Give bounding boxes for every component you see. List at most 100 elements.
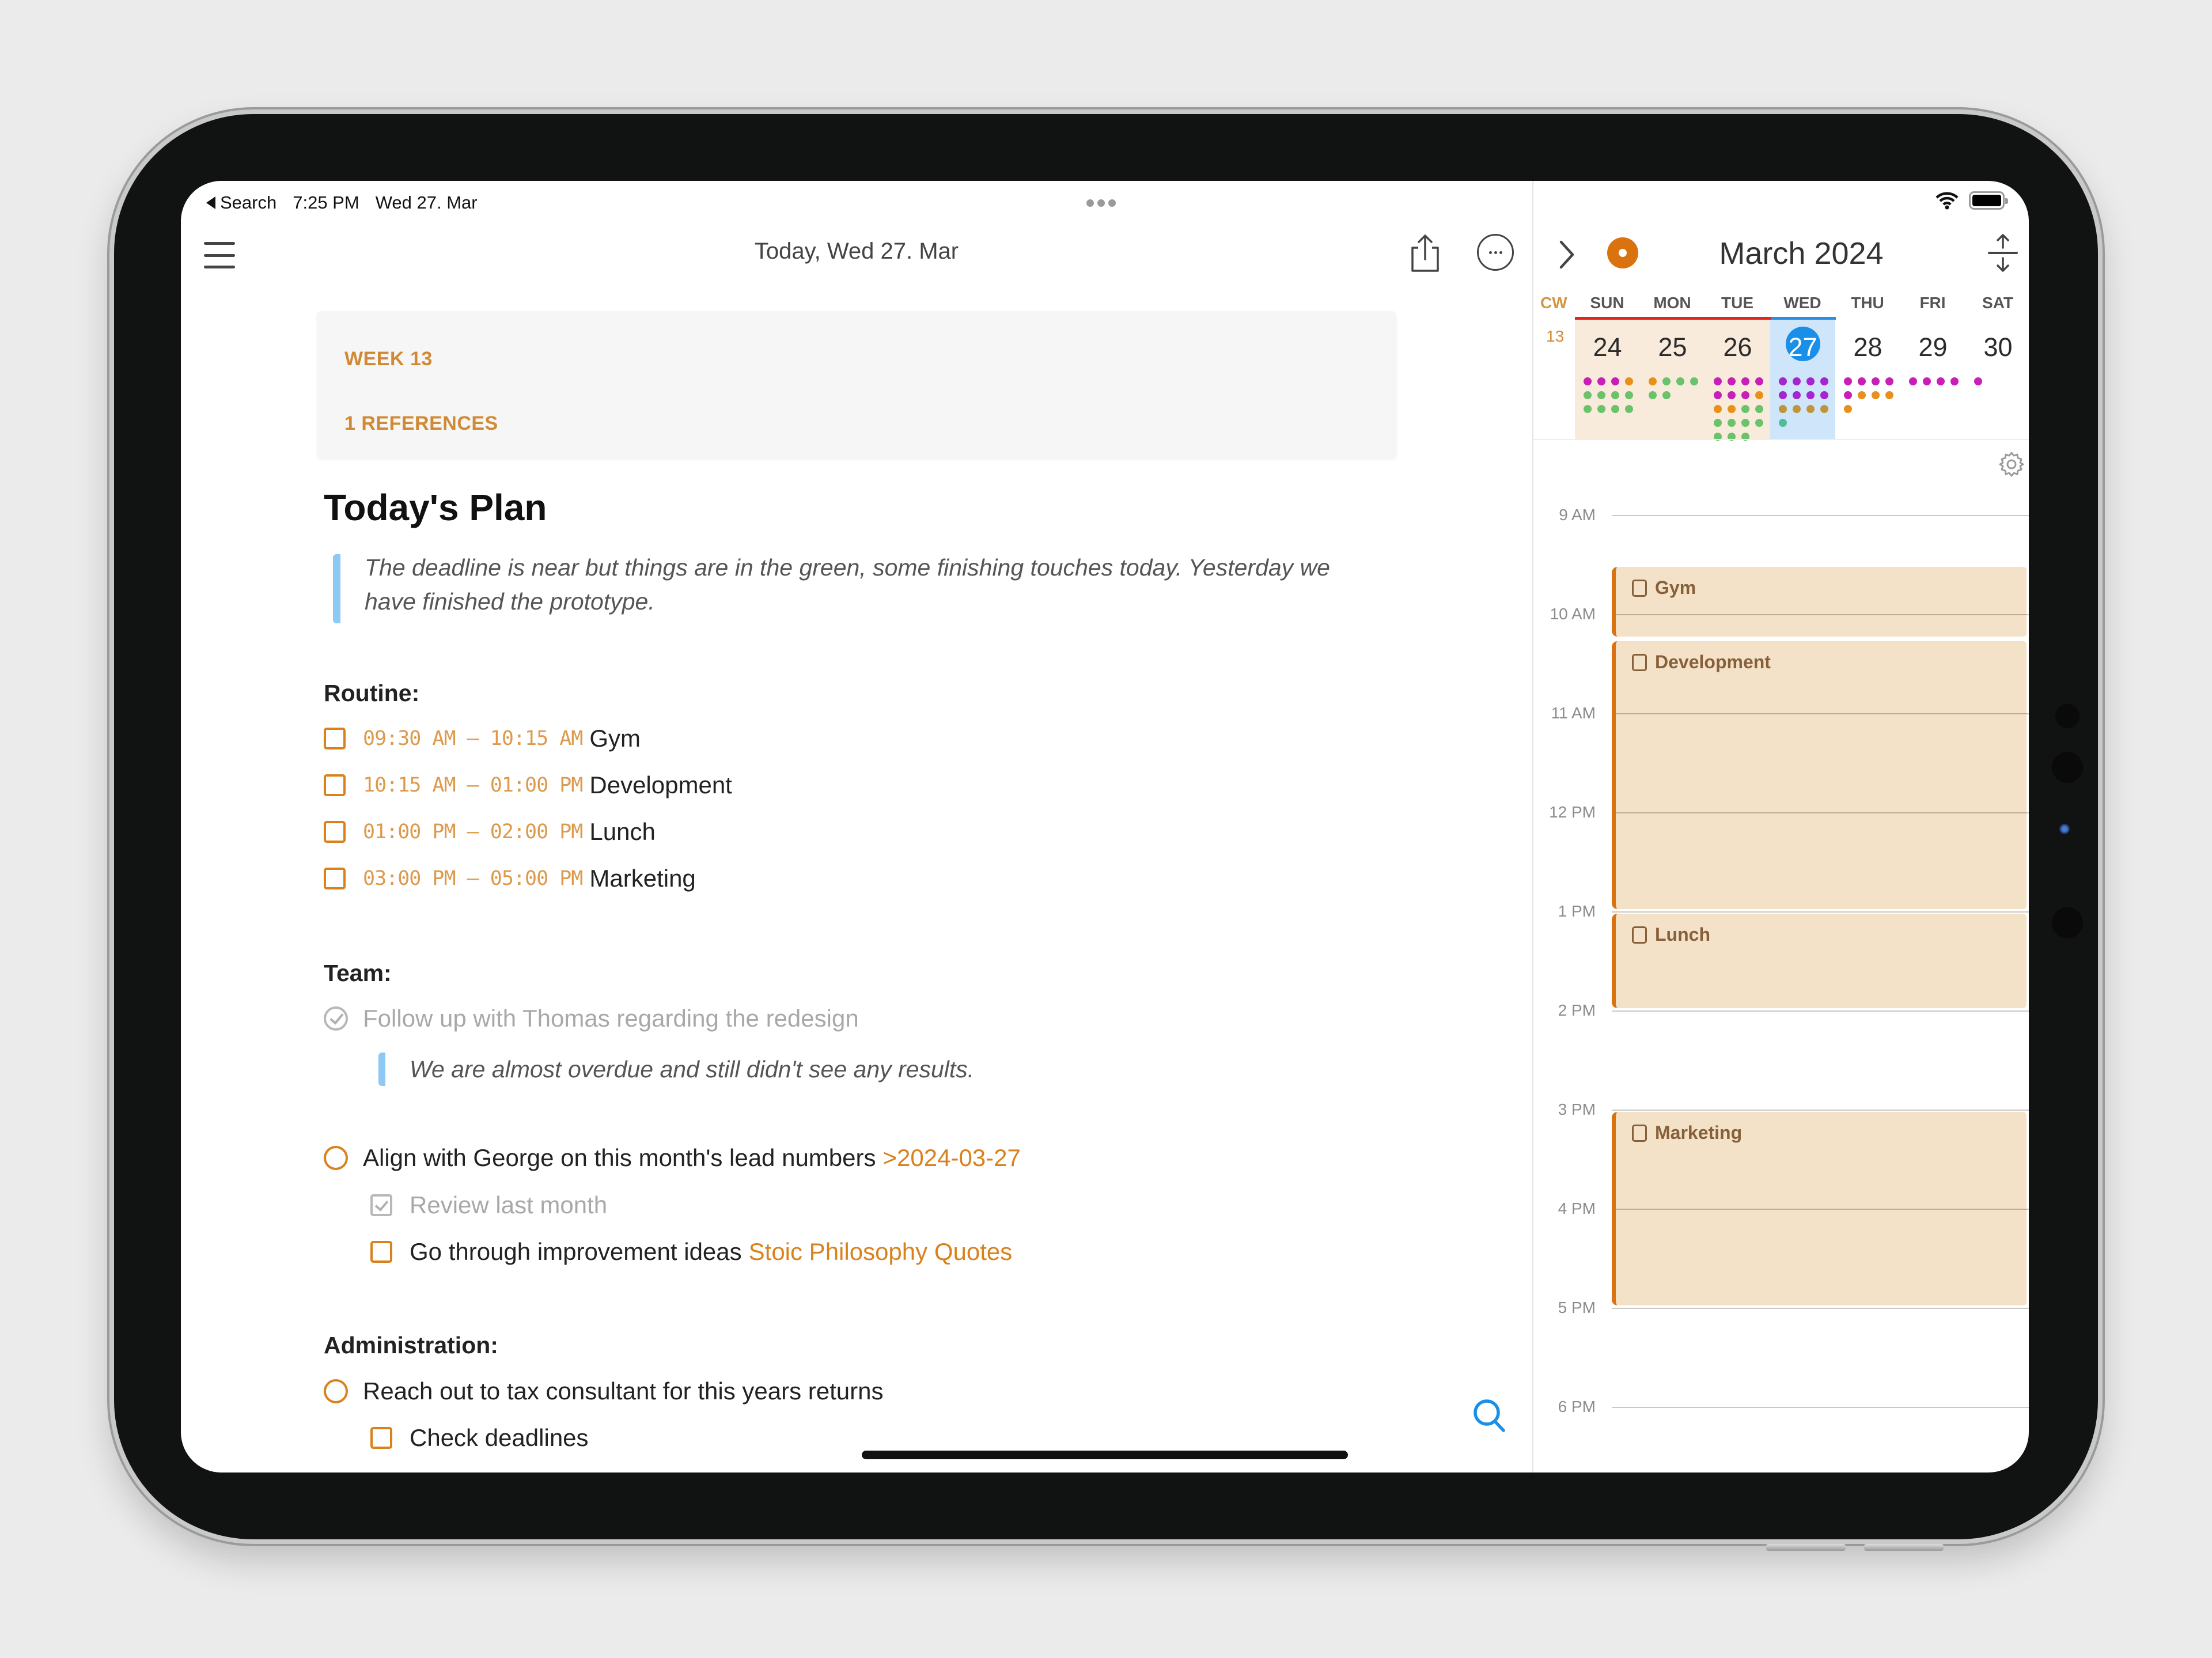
expand-collapse-icon[interactable]	[1987, 233, 2019, 273]
sensor	[2055, 704, 2080, 728]
event-dot	[1728, 405, 1736, 413]
event-title: Marketing	[1655, 1122, 1743, 1143]
calendar-day-24[interactable]: 24	[1575, 320, 1640, 439]
task-checkbox[interactable]	[324, 868, 346, 889]
weekday-label: FRI	[1919, 294, 1946, 312]
hour-label: 11 AM	[1551, 704, 1596, 722]
event-dot	[1625, 377, 1633, 385]
event-dots	[1779, 377, 1834, 427]
hour-label: 10 AM	[1550, 605, 1596, 623]
event-dot	[1779, 405, 1787, 413]
calendar-month-title[interactable]: March 2024	[1649, 236, 1954, 271]
home-indicator[interactable]	[862, 1451, 1348, 1459]
event-dot	[1741, 419, 1749, 427]
weekday-label: WED	[1783, 294, 1821, 312]
task-checkbox[interactable]	[324, 728, 346, 749]
subtask-label[interactable]: Check deadlines	[410, 1424, 589, 1452]
event-dot	[1755, 377, 1763, 385]
event-checkbox-icon[interactable]	[1632, 579, 1647, 597]
intro-quote: The deadline is near but things are in t…	[333, 554, 1381, 623]
task-row: 01:00 PM – 02:00 PM Lunch	[324, 818, 656, 846]
event-dot	[1728, 419, 1736, 427]
weekday-label: SAT	[1982, 294, 2013, 312]
hour-label: 5 PM	[1558, 1299, 1596, 1316]
calendar-event[interactable]: Marketing	[1612, 1112, 2027, 1305]
event-label: Gym	[1632, 577, 1696, 599]
task-row: 10:15 AM – 01:00 PM Development	[324, 771, 732, 799]
calendar-day-28[interactable]: 28	[1835, 320, 1900, 439]
weekday-label: MON	[1653, 294, 1691, 312]
task-label[interactable]: Marketing	[589, 865, 695, 892]
event-dot	[1844, 377, 1852, 385]
event-dot	[1755, 405, 1763, 413]
task-checkbox[interactable]	[324, 774, 346, 796]
weekday-label: SUN	[1590, 294, 1624, 312]
calendar-event[interactable]: Lunch	[1612, 914, 2027, 1008]
references-label[interactable]: 1 REFERENCES	[344, 412, 498, 435]
chevron-right-icon[interactable]	[1555, 237, 1578, 272]
calendar-day-29[interactable]: 29	[1900, 320, 1965, 439]
hour-label: 1 PM	[1558, 902, 1596, 920]
calendar-day-30[interactable]: 30	[1965, 320, 2029, 439]
subtask-row: Go through improvement ideas Stoic Philo…	[370, 1238, 1012, 1266]
task-circle[interactable]	[324, 1146, 348, 1170]
event-dot	[1844, 391, 1852, 399]
subtask-checkbox[interactable]	[370, 1427, 392, 1449]
task-row: Reach out to tax consultant for this yea…	[324, 1377, 883, 1405]
calendar-event[interactable]: Gym	[1612, 567, 2027, 637]
task-circle[interactable]	[324, 1379, 348, 1403]
section-heading-administration: Administration:	[324, 1332, 498, 1358]
event-checkbox-icon[interactable]	[1632, 1124, 1647, 1142]
event-dot	[1937, 377, 1945, 385]
event-title: Lunch	[1655, 924, 1710, 945]
event-dot	[1741, 405, 1749, 413]
section-heading-team: Team:	[324, 960, 392, 986]
gear-icon[interactable]	[1998, 451, 2025, 478]
event-checkbox-icon[interactable]	[1632, 926, 1647, 944]
calendar-day-25[interactable]: 25	[1640, 320, 1705, 439]
subtask-checkbox[interactable]	[370, 1241, 392, 1263]
note-pane: Today, Wed 27. Mar WEEK 13 1 REFERENCES …	[181, 181, 1532, 1472]
task-label[interactable]: Follow up with Thomas regarding the rede…	[363, 1005, 859, 1032]
more-options-icon[interactable]	[1477, 234, 1514, 271]
task-label[interactable]: Development	[589, 771, 732, 799]
event-dot	[1728, 391, 1736, 399]
event-dot	[1923, 377, 1931, 385]
subtask-label[interactable]: Review last month	[410, 1191, 607, 1219]
hour-gridline	[1616, 614, 2027, 615]
share-icon[interactable]	[1408, 233, 1442, 274]
today-button[interactable]	[1607, 237, 1638, 268]
note-link[interactable]: Stoic Philosophy Quotes	[749, 1238, 1013, 1266]
task-label[interactable]: Align with George on this month's lead n…	[363, 1144, 876, 1172]
event-label: Marketing	[1632, 1122, 1742, 1144]
calendar-event[interactable]: Development	[1612, 641, 2027, 909]
task-time: 01:00 PM – 02:00 PM	[363, 820, 583, 843]
event-dot	[1779, 419, 1787, 427]
calendar-day-26[interactable]: 26	[1705, 320, 1770, 441]
event-dot	[1793, 377, 1801, 385]
weekday-label: THU	[1851, 294, 1884, 312]
day-number: 29	[1918, 332, 1948, 362]
day-number: 25	[1658, 332, 1687, 362]
hour-gridline	[1612, 1407, 2029, 1408]
task-label[interactable]: Gym	[589, 725, 641, 752]
task-checkbox[interactable]	[324, 821, 346, 843]
event-title: Gym	[1655, 577, 1696, 598]
calendar-day-27[interactable]: 27	[1770, 320, 1835, 439]
day-number: 27	[1788, 332, 1817, 362]
info-card: WEEK 13 1 REFERENCES	[317, 311, 1396, 459]
week-label[interactable]: WEEK 13	[344, 348, 433, 370]
calendar-pane: March 2024 CW SUN MON TUE WED THU FRI SA…	[1533, 181, 2029, 1472]
event-checkbox-icon[interactable]	[1632, 653, 1647, 671]
task-label[interactable]: Reach out to tax consultant for this yea…	[363, 1377, 883, 1405]
search-icon[interactable]	[1470, 1396, 1510, 1437]
screen: Search 7:25 PM Wed 27. Mar Today, Wed 27…	[181, 181, 2029, 1472]
date-link[interactable]: >2024-03-27	[883, 1144, 1021, 1172]
subtask-label[interactable]: Go through improvement ideas	[410, 1238, 742, 1266]
completed-task-icon[interactable]	[324, 1006, 348, 1031]
section-heading-routine: Routine:	[324, 680, 420, 706]
event-dot	[1885, 391, 1893, 399]
subtask-checkbox-checked[interactable]	[370, 1194, 392, 1216]
task-label[interactable]: Lunch	[589, 818, 655, 846]
event-dot	[1714, 405, 1722, 413]
